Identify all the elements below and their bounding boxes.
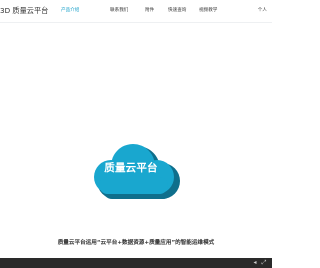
header-bar: 3D 质量云平台 产品介绍 联系我们 附件 快速查询 视频教学 个人 bbox=[0, 0, 272, 23]
nav-item-quick-search[interactable]: 快速查询 bbox=[168, 7, 186, 13]
main-content: 质量云平台 质量云平台运用“云平台+数据资源+质量应用”的智能运维模式 bbox=[0, 23, 272, 258]
hero-cloud: 质量云平台 bbox=[83, 140, 191, 216]
user-menu-link[interactable]: 个人 bbox=[258, 7, 267, 13]
nav-item-video-tutorials[interactable]: 视频教学 bbox=[199, 7, 217, 13]
page: 3D 质量云平台 产品介绍 联系我们 附件 快速查询 视频教学 个人 质量云平台… bbox=[0, 0, 272, 268]
fullscreen-icon[interactable]: ⤢ bbox=[261, 260, 267, 266]
cloud-icon bbox=[94, 144, 180, 199]
hero-tagline: 质量云平台运用“云平台+数据资源+质量应用”的智能运维模式 bbox=[57, 240, 215, 246]
nav-item-contact-us[interactable]: 联系我们 bbox=[110, 7, 128, 13]
volume-icon[interactable]: ◂ bbox=[252, 260, 258, 266]
bottom-toolbar: ◂ ⤢ bbox=[0, 258, 272, 268]
nav-item-attachments[interactable]: 附件 bbox=[145, 7, 154, 13]
cloud-title: 质量云平台 bbox=[104, 162, 158, 174]
brand-title[interactable]: 3D 质量云平台 bbox=[0, 6, 48, 16]
nav-item-product-intro[interactable]: 产品介绍 bbox=[61, 7, 79, 13]
